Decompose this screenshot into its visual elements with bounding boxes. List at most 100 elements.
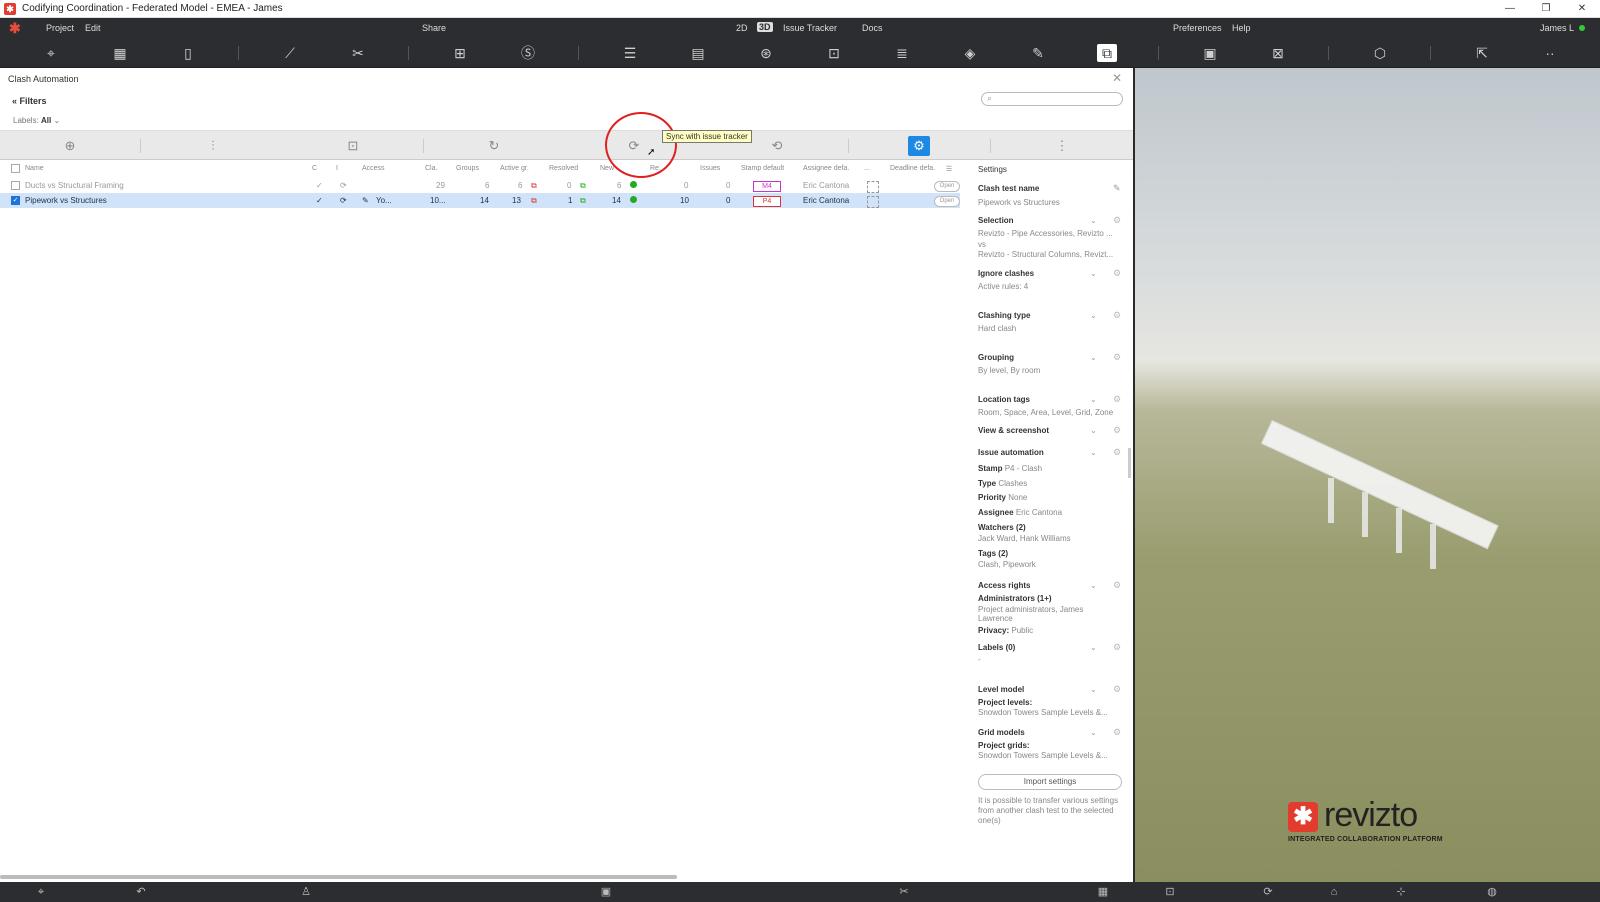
col-reopened[interactable]: Re... [650,165,665,172]
undo-icon[interactable]: ↶ [133,885,149,899]
col-deadline-default[interactable]: Deadline defa. [890,165,935,172]
watchers-placeholder-icon[interactable] [867,181,879,193]
chevron-down-icon[interactable]: ⌄ [1090,426,1097,435]
edit-pencil-icon[interactable]: ✎ [1113,183,1121,194]
col-issues[interactable]: Issues [700,165,720,172]
col-name[interactable]: Name [25,165,44,172]
more-options-icon[interactable]: ⋮ [1052,138,1072,154]
col-new[interactable]: New [600,165,614,172]
open-button[interactable]: Open [934,181,960,192]
map-icon[interactable]: ▦ [110,44,130,62]
chevron-down-icon[interactable]: ⌄ [1090,728,1097,737]
gear-icon[interactable]: ⚙ [1113,394,1121,405]
select-all-checkbox[interactable] [11,164,20,173]
location-pin-icon[interactable]: ⌖ [33,885,49,899]
stamp-icon[interactable]: Ⓢ [518,44,538,62]
clash-automation-icon[interactable]: ⧉ [1097,44,1117,62]
chevron-down-icon[interactable]: ⌄ [1090,448,1097,457]
col-watchers[interactable]: ... [864,165,870,172]
menu-project[interactable]: Project [46,23,74,33]
gear-icon[interactable]: ⚙ [1113,727,1121,738]
list-icon[interactable]: ▤ [688,44,708,62]
stamp-badge[interactable]: M4 [753,181,781,192]
import-settings-button[interactable]: Import settings [978,774,1122,790]
labels-filter[interactable]: Labels: All ⌄ [13,116,60,125]
section-cut-icon[interactable]: ✂ [348,44,368,62]
watchers-placeholder-icon[interactable] [867,196,879,208]
gear-icon[interactable]: ⚙ [1113,684,1121,695]
sheet-icon[interactable]: ▯ [178,44,198,62]
gear-icon[interactable]: ⚙ [1113,425,1121,436]
paint-bucket-icon[interactable]: ◈ [960,44,980,62]
chevron-down-icon[interactable]: ⌄ [1090,685,1097,694]
user-camera-icon[interactable]: ⊠ [1268,44,1288,62]
refresh-icon[interactable]: ↻ [484,138,504,154]
filters-toggle[interactable]: « Filters [12,96,47,106]
search-input[interactable]: ⌕ [981,92,1123,106]
menu-docs[interactable]: Docs [862,23,883,33]
binoculars-icon[interactable]: ⊛ [756,44,776,62]
col-stamp-default[interactable]: Stamp default [741,165,784,172]
chevron-down-icon[interactable]: ⌄ [1090,581,1097,590]
gear-icon[interactable]: ⚙ [1113,215,1121,226]
chevron-down-icon[interactable]: ⌄ [1090,311,1097,320]
gear-icon[interactable]: ⚙ [1113,580,1121,591]
walk-mode-icon[interactable]: ♙ [298,885,314,899]
col-active-groups[interactable]: Active gr. [500,165,529,172]
section-box-icon[interactable]: ✂ [896,885,912,899]
row-checkbox[interactable]: ✓ [11,196,20,205]
col-resolved[interactable]: Resolved [549,165,578,172]
menu-preferences[interactable]: Preferences [1173,23,1222,33]
chevron-down-icon[interactable]: ⌄ [1090,353,1097,362]
revizto-logo-icon[interactable]: ✱ [9,21,23,35]
grid-icon[interactable]: ▦ [1095,885,1111,899]
col-c[interactable]: C [312,165,317,172]
gear-icon[interactable]: ⚙ [1113,268,1121,279]
gear-icon[interactable]: ⚙ [1113,447,1121,458]
minimize-button[interactable]: — [1492,0,1528,18]
open-button[interactable]: Open [934,196,960,207]
location-pin-icon[interactable]: ⌖ [41,44,61,62]
close-panel-icon[interactable]: ✕ [1112,71,1122,85]
gear-icon[interactable]: ⚙ [1113,642,1121,653]
markup-icon[interactable]: ✎ [1028,44,1048,62]
ruler-icon[interactable]: ⟋ [280,44,300,62]
fit-view-icon[interactable]: ⊹ [1393,885,1409,899]
search-model-icon[interactable]: ⊡ [824,44,844,62]
run-test-icon[interactable]: ⊡ [343,138,363,154]
column-settings-icon[interactable]: ☰ [946,165,952,173]
menu-edit[interactable]: Edit [85,23,101,33]
col-clashes[interactable]: Cla. [425,165,437,172]
more-icon[interactable]: ·· [1540,44,1560,62]
mode-3d-button[interactable]: 3D [757,22,773,32]
table-row[interactable]: ✓ Pipework vs Structures ✓ ⟳ ✎ Yo... 10.… [0,193,960,208]
export-icon[interactable]: ⇱ [1472,44,1492,62]
camera-icon[interactable]: ⊡ [1162,885,1178,899]
presentation-icon[interactable]: ▣ [1200,44,1220,62]
orbit-icon[interactable]: ⟳ [1260,885,1276,899]
gear-icon[interactable]: ⚙ [1113,310,1121,321]
horizontal-scrollbar[interactable] [0,875,677,879]
menu-help[interactable]: Help [1232,23,1251,33]
chevron-down-icon[interactable]: ⌄ [1090,269,1097,278]
add-clash-test-icon[interactable]: ⊕ [60,138,80,154]
chevron-down-icon[interactable]: ⌄ [1090,643,1097,652]
settings-gear-button[interactable]: ⚙ [908,136,930,156]
home-icon[interactable]: ⌂ [1326,885,1342,899]
screenshot-icon[interactable]: ▣ [598,885,614,899]
user-menu[interactable]: James L [1540,23,1586,33]
globe-icon[interactable]: ◍ [1484,885,1500,899]
layers-icon[interactable]: ☰ [620,44,640,62]
chevron-down-icon[interactable]: ⌄ [1090,395,1097,404]
close-window-button[interactable]: ✕ [1564,0,1600,18]
filter-list-icon[interactable]: ≣ [892,44,912,62]
duplicate-icon[interactable]: ⫶ [203,138,223,154]
mode-2d-button[interactable]: 2D [736,23,748,33]
menu-issue-tracker[interactable]: Issue Tracker [783,23,837,33]
menu-share[interactable]: Share [422,23,446,33]
table-row[interactable]: Ducts vs Structural Framing ✓ ⟳ 29 6 6 ⧉… [0,178,960,193]
restore-button[interactable]: ❐ [1528,0,1564,18]
col-access[interactable]: Access [362,165,385,172]
stamp-badge[interactable]: P4 [753,196,781,207]
col-i[interactable]: I [336,165,338,172]
